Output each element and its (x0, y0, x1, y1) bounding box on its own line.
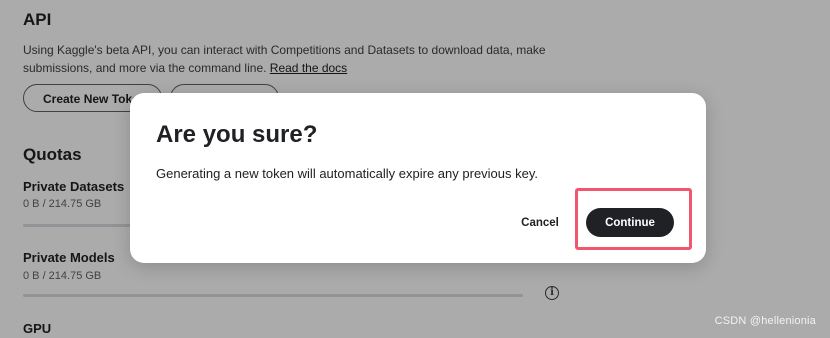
dialog-title: Are you sure? (156, 121, 318, 148)
cancel-button[interactable]: Cancel (510, 214, 570, 232)
watermark: CSDN @hellenionia (714, 315, 816, 327)
dialog-message: Generating a new token will automaticall… (156, 166, 539, 181)
continue-button[interactable]: Continue (586, 208, 674, 237)
confirm-dialog: Are you sure? Generating a new token wil… (130, 93, 706, 263)
